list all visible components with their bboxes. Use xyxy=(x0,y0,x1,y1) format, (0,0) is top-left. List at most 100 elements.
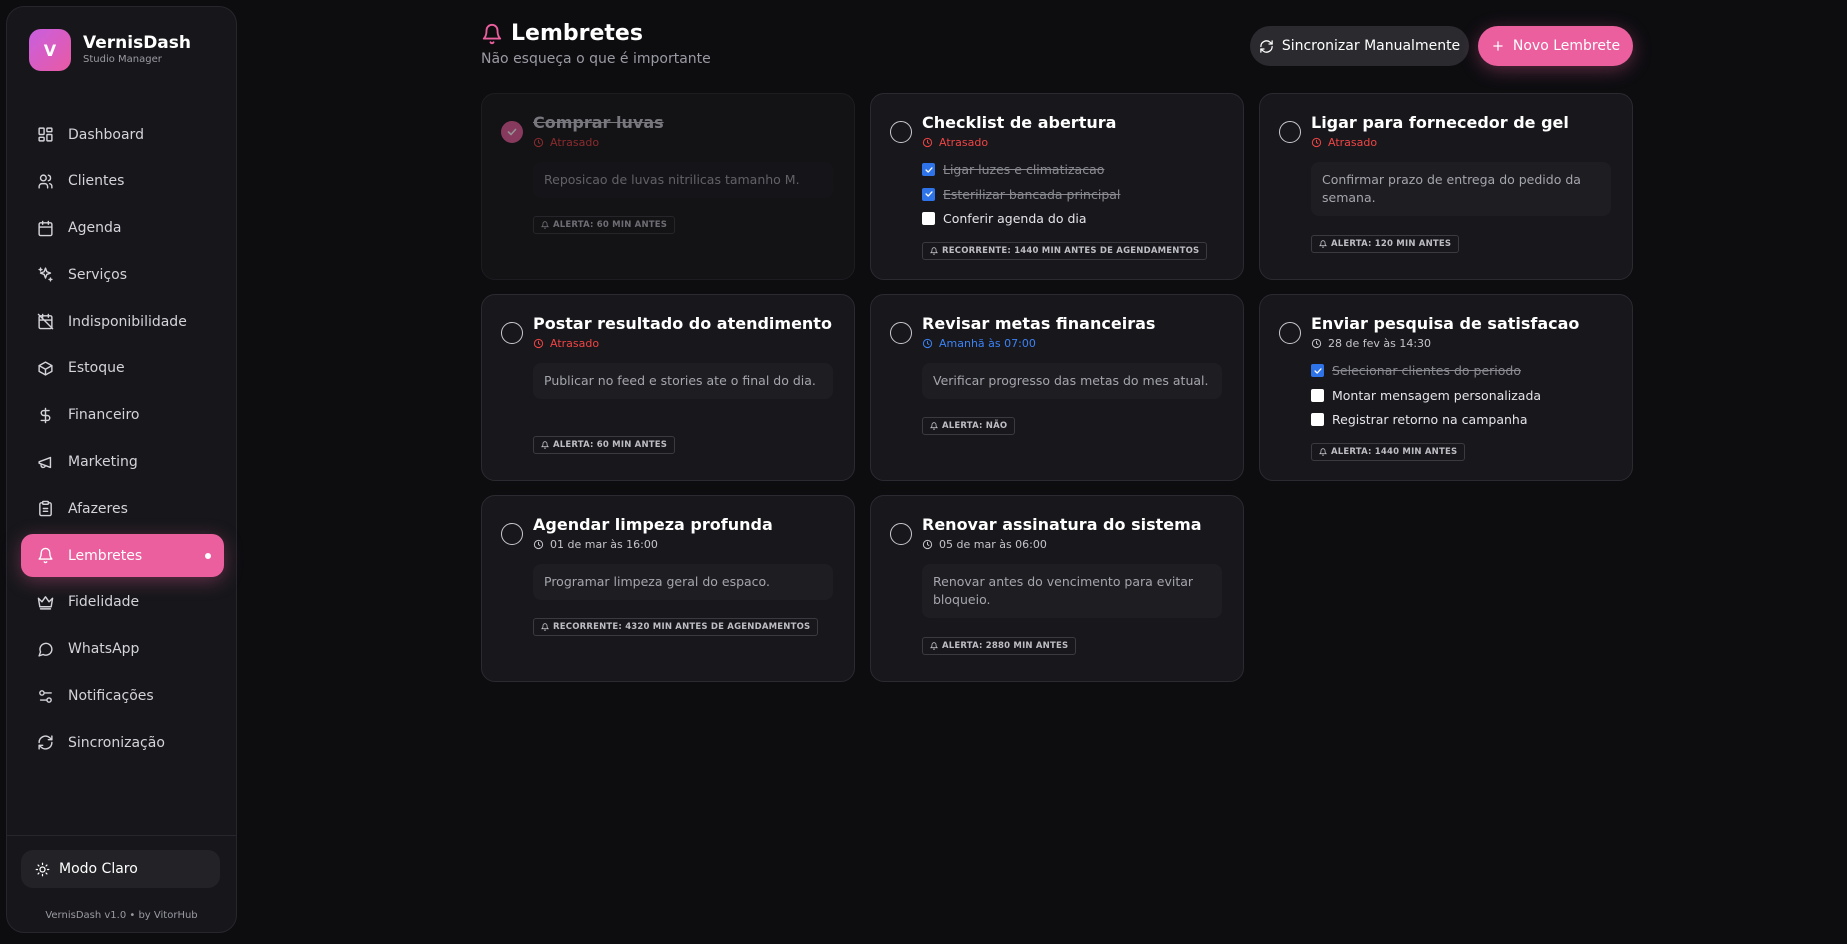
sidebar-item-indisponibilidade[interactable]: Indisponibilidade xyxy=(21,300,224,343)
brand-subtitle: Studio Manager xyxy=(83,54,162,65)
sidebar-item-label: Marketing xyxy=(68,454,138,471)
sidebar-item-clientes[interactable]: Clientes xyxy=(21,160,224,203)
new-reminder-button[interactable]: Novo Lembrete xyxy=(1478,26,1633,66)
due-time-text: Atrasado xyxy=(939,136,989,149)
due-time-text: 01 de mar às 16:00 xyxy=(550,538,658,551)
clock-icon xyxy=(1311,338,1322,349)
clock-icon xyxy=(922,539,933,550)
sidebar-item-label: Fidelidade xyxy=(68,594,140,611)
sidebar-item-serviços[interactable]: Serviços xyxy=(21,253,224,296)
complete-toggle[interactable] xyxy=(501,523,523,545)
alert-badge-text: ALERTA: NÃO xyxy=(942,421,1008,431)
checklist-item-label: Selecionar clientes do periodo xyxy=(1332,363,1522,378)
reminder-description: Publicar no feed e stories ate o final d… xyxy=(533,363,833,399)
sidebar-item-sincronização[interactable]: Sincronização xyxy=(21,721,224,764)
due-time-text: Amanhã às 07:00 xyxy=(939,337,1036,350)
sidebar-item-agenda[interactable]: Agenda xyxy=(21,207,224,250)
alert-badge: ALERTA: 60 MIN ANTES xyxy=(533,216,676,234)
sidebar-item-fidelidade[interactable]: Fidelidade xyxy=(21,581,224,624)
sidebar-item-dashboard[interactable]: Dashboard xyxy=(21,113,224,156)
checklist-checkbox[interactable] xyxy=(922,187,935,201)
reminder-due-time: Atrasado xyxy=(533,337,599,350)
complete-toggle[interactable] xyxy=(1279,121,1301,143)
reminder-card[interactable]: Checklist de abertura Atrasado Ligar luzes… xyxy=(870,93,1244,280)
bell-icon xyxy=(930,247,938,255)
refresh-icon xyxy=(1260,39,1273,53)
reminder-description: Reposicao de luvas nitrilicas tamanho M. xyxy=(533,162,833,198)
reminder-card[interactable]: Postar resultado do atendimento Atrasado P… xyxy=(481,294,855,481)
sidebar-nav: Dashboard Clientes Agenda Serviços Indisponi… xyxy=(21,113,224,768)
complete-toggle[interactable] xyxy=(501,121,523,143)
check-icon xyxy=(507,128,517,136)
reminder-card[interactable]: Ligar para fornecedor de gel Atrasado Conf… xyxy=(1259,93,1633,280)
sparkles-icon xyxy=(38,267,53,282)
due-time-text: Atrasado xyxy=(1328,136,1378,149)
checklist-item[interactable]: Ligar luzes e climatizacao xyxy=(922,162,1104,177)
reminder-due-time: Atrasado xyxy=(1311,136,1377,149)
checklist-checkbox[interactable] xyxy=(1311,364,1324,377)
reminder-description: Verificar progresso das metas do mes atu… xyxy=(922,363,1222,399)
checklist-checkbox[interactable] xyxy=(922,212,935,225)
sidebar: V VernisDash Studio Manager Dashboard Cli… xyxy=(6,6,237,933)
checklist-item[interactable]: Conferir agenda do dia xyxy=(922,211,1087,226)
alert-badge: RECORRENTE: 4320 MIN ANTES DE AGENDAMENT… xyxy=(533,618,819,636)
checklist-checkbox[interactable] xyxy=(1311,413,1324,426)
sidebar-item-lembretes[interactable]: Lembretes xyxy=(21,534,224,578)
sidebar-item-label: Lembretes xyxy=(68,547,143,564)
reminder-title: Checklist de abertura xyxy=(922,113,1117,132)
sidebar-item-label: Afazeres xyxy=(68,500,128,517)
sidebar-item-afazeres[interactable]: Afazeres xyxy=(21,487,224,530)
sidebar-item-estoque[interactable]: Estoque xyxy=(21,347,224,390)
sidebar-item-whatsapp[interactable]: WhatsApp xyxy=(21,628,224,671)
checklist-checkbox[interactable] xyxy=(922,163,935,176)
checklist-item[interactable]: Registrar retorno na campanha xyxy=(1311,412,1527,427)
reminder-due-time: 01 de mar às 16:00 xyxy=(533,538,658,551)
sidebar-item-label: Notificações xyxy=(68,688,154,705)
clock-icon xyxy=(533,137,544,148)
bell-icon xyxy=(482,23,502,44)
reminder-card[interactable]: Renovar assinatura do sistema 05 de mar à… xyxy=(870,495,1244,682)
checklist-item-label: Registrar retorno na campanha xyxy=(1332,412,1528,427)
reminder-due-time: 05 de mar às 06:00 xyxy=(922,538,1047,551)
checklist-checkbox[interactable] xyxy=(1311,388,1324,402)
checklist-item[interactable]: Selecionar clientes do periodo xyxy=(1311,363,1521,378)
complete-toggle[interactable] xyxy=(501,322,523,344)
reminder-due-time: 28 de fev às 14:30 xyxy=(1311,337,1431,350)
new-reminder-label: Novo Lembrete xyxy=(1512,38,1621,54)
reminder-card[interactable]: Enviar pesquisa de satisfacao 28 de fev à… xyxy=(1259,294,1633,481)
reminder-card[interactable]: Comprar luvas Atrasado Reposicao de luvas … xyxy=(481,93,855,280)
reminder-card[interactable]: Agendar limpeza profunda 01 de mar às 16:… xyxy=(481,495,855,682)
reminder-card[interactable]: Revisar metas financeiras Amanhã às 07:00… xyxy=(870,294,1244,481)
sync-button[interactable]: Sincronizar Manualmente xyxy=(1250,26,1469,66)
complete-toggle[interactable] xyxy=(890,121,912,143)
complete-toggle[interactable] xyxy=(890,322,912,344)
checklist-item-label: Conferir agenda do dia xyxy=(943,211,1087,226)
alert-badge: ALERTA: NÃO xyxy=(922,417,1016,435)
clock-icon xyxy=(533,539,544,550)
light-mode-toggle[interactable]: Modo Claro xyxy=(21,850,220,888)
sidebar-item-marketing[interactable]: Marketing xyxy=(21,441,224,484)
checklist-item[interactable]: Esterilizar bancada principal xyxy=(922,187,1120,202)
sidebar-item-financeiro[interactable]: Financeiro xyxy=(21,394,224,437)
reminder-due-time: Atrasado xyxy=(533,136,599,149)
brand[interactable]: V VernisDash Studio Manager xyxy=(29,29,191,71)
alert-badge-text: ALERTA: 60 MIN ANTES xyxy=(553,440,668,450)
calendar-icon xyxy=(38,220,53,236)
calendar-off-icon xyxy=(37,313,54,330)
crown-icon xyxy=(37,596,54,610)
reminder-title: Ligar para fornecedor de gel xyxy=(1311,113,1569,132)
sidebar-item-label: Estoque xyxy=(68,360,125,377)
alert-badge: RECORRENTE: 1440 MIN ANTES DE AGENDAMENT… xyxy=(922,242,1208,260)
bell-icon xyxy=(1319,240,1327,248)
alert-badge-text: ALERTA: 2880 MIN ANTES xyxy=(942,641,1069,651)
sidebar-item-notificações[interactable]: Notificações xyxy=(21,675,224,718)
checklist-item[interactable]: Montar mensagem personalizada xyxy=(1311,388,1541,403)
complete-toggle[interactable] xyxy=(1279,322,1301,344)
reminder-title: Agendar limpeza profunda xyxy=(533,515,773,534)
dollar-icon xyxy=(40,407,51,424)
complete-toggle[interactable] xyxy=(890,523,912,545)
alert-badge: ALERTA: 2880 MIN ANTES xyxy=(922,637,1077,655)
reminder-title: Renovar assinatura do sistema xyxy=(922,515,1202,534)
due-time-text: 28 de fev às 14:30 xyxy=(1328,337,1432,350)
sidebar-divider xyxy=(7,835,236,836)
